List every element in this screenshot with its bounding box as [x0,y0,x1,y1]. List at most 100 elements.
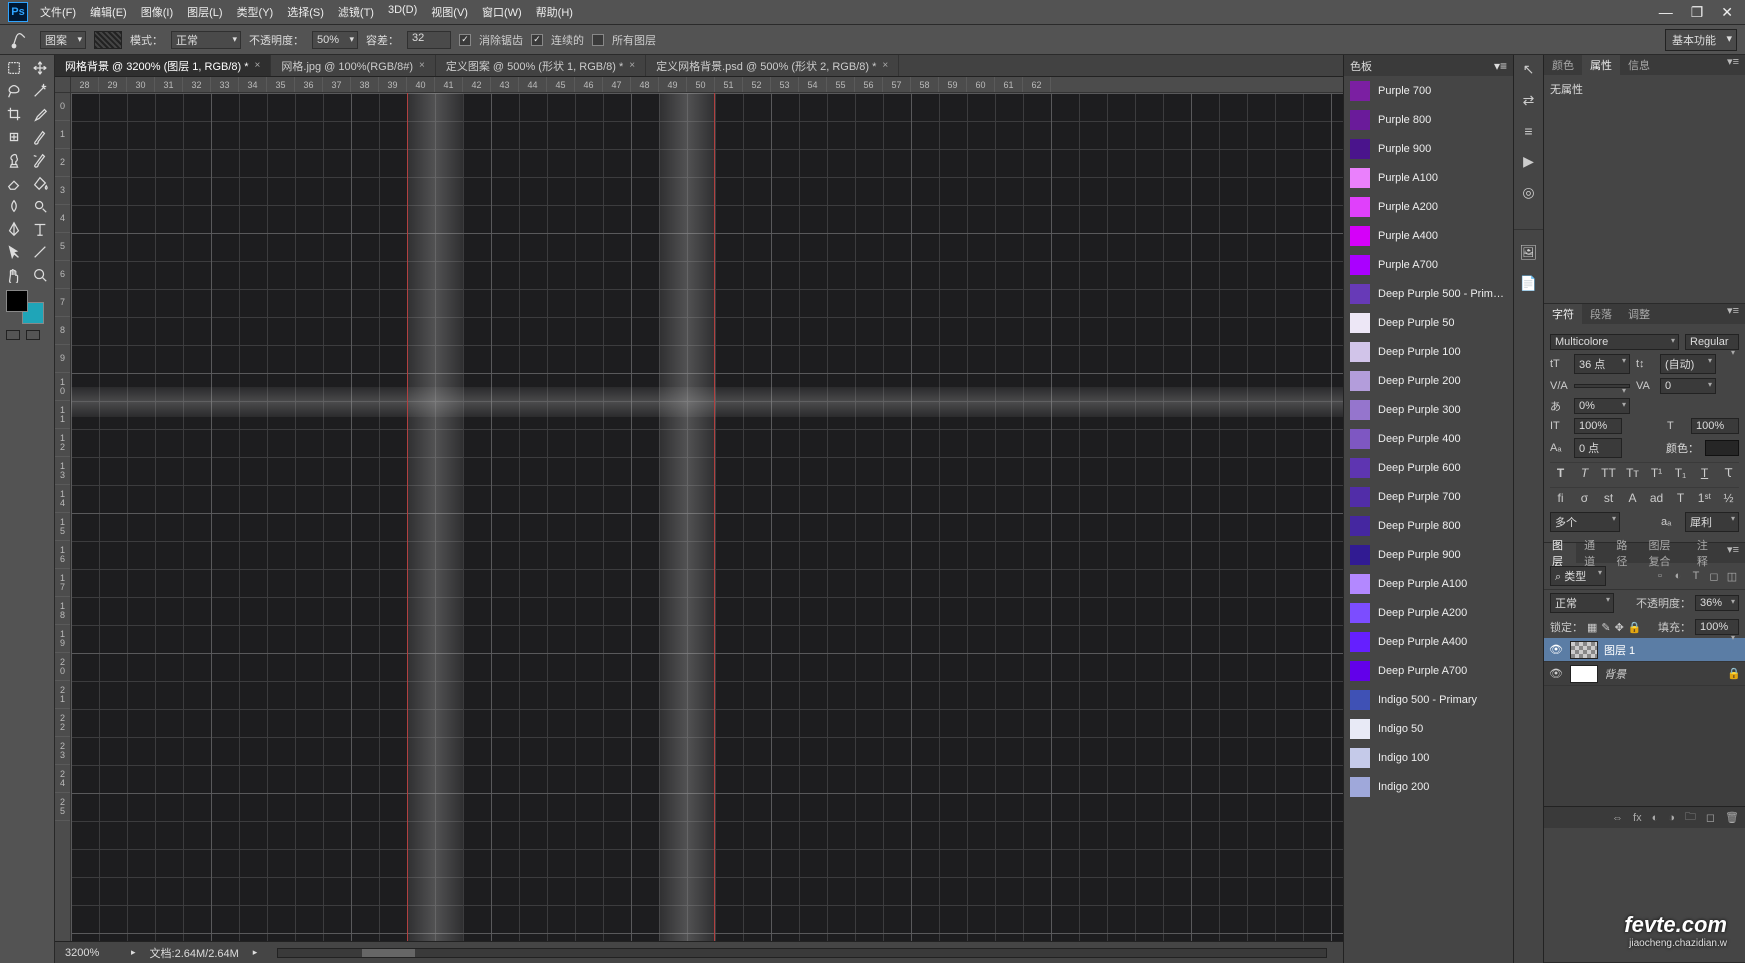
magic-wand-tool[interactable] [28,80,53,102]
eraser-tool[interactable] [2,172,27,194]
menu-item[interactable]: 选择(S) [287,4,324,20]
swatch-item[interactable]: Deep Purple 200 [1344,366,1513,395]
allcaps-button[interactable]: TT [1598,466,1619,480]
healing-tool[interactable] [2,126,27,148]
strikethrough-button[interactable]: Ꚍ [1718,466,1739,480]
menu-item[interactable]: 类型(Y) [237,4,274,20]
tab-close-icon[interactable]: × [255,60,261,71]
swatch-item[interactable]: Indigo 100 [1344,743,1513,772]
new-layer-icon[interactable]: ◻ [1706,811,1715,824]
1st-button[interactable]: 1ˢᵗ [1694,491,1715,505]
swatch-item[interactable]: Purple 700 [1344,76,1513,105]
swatch-item[interactable]: Deep Purple 400 [1344,424,1513,453]
history-icon[interactable]: ↖ [1523,61,1535,78]
line-tool[interactable] [28,241,53,263]
zoom-chevron-icon[interactable]: ▸ [131,947,136,958]
layer-fill-input[interactable]: 100% [1695,619,1739,635]
tolerance-input[interactable]: 32 [407,31,451,49]
menu-item[interactable]: 编辑(E) [90,4,127,20]
contiguous-checkbox[interactable]: ✓ [531,34,543,46]
layer-thumbnail[interactable] [1570,665,1598,683]
menu-item[interactable]: 3D(D) [388,4,417,20]
swatch-item[interactable]: Deep Purple A200 [1344,598,1513,627]
baseline-shift-input[interactable]: 0 点 [1574,438,1622,458]
swatch-item[interactable]: Deep Purple A700 [1344,656,1513,685]
menu-item[interactable]: 帮助(H) [536,4,573,20]
text-color-swatch[interactable] [1705,440,1739,456]
hand-tool[interactable] [2,264,27,286]
canvas[interactable] [71,93,1343,941]
layers-list[interactable]: 👁图层 1👁背景🔒 [1544,638,1745,686]
antialias-select[interactable]: 犀利 [1685,512,1739,532]
doc-size-chevron-icon[interactable]: ▸ [253,947,258,958]
fill-source-select[interactable]: 图案 [40,31,86,49]
menu-item[interactable]: 视图(V) [431,4,468,20]
swatch-item[interactable]: Deep Purple 100 [1344,337,1513,366]
marquee-tool[interactable] [2,57,27,79]
move-tool[interactable] [28,57,53,79]
swatch-item[interactable]: Purple 900 [1344,134,1513,163]
all-layers-checkbox[interactable] [592,34,604,46]
adjustment-layer-icon[interactable]: ◑ [1668,812,1675,824]
swatch-item[interactable]: Deep Purple A400 [1344,627,1513,656]
layer-opacity-input[interactable]: 36% [1695,595,1739,611]
font-size-input[interactable]: 36 点 [1574,354,1630,374]
document-tab[interactable]: 网格.jpg @ 100%(RGB/8#)× [271,55,435,76]
bold-button[interactable]: T [1550,466,1571,480]
play-icon[interactable]: ▶ [1523,153,1534,170]
blur-tool[interactable] [2,195,27,217]
kerning-input[interactable] [1574,384,1630,388]
visibility-icon[interactable]: 👁 [1548,667,1564,680]
actions-icon[interactable]: ⇄ [1523,92,1535,109]
horizontal-ruler[interactable]: 2829303132333435363738394041424344454647… [71,77,1343,93]
crop-tool[interactable] [2,103,27,125]
fg-bg-colors[interactable] [6,290,44,324]
panel-menu-icon[interactable]: ▾≡ [1494,59,1507,73]
history-brush-tool[interactable] [28,149,53,171]
notes-icon[interactable]: 📄 [1520,275,1537,292]
foreground-swatch[interactable] [6,290,28,312]
panel-tab[interactable]: 调整 [1620,304,1658,324]
workspace-preset-select[interactable]: 基本功能 [1665,29,1737,51]
font-family-select[interactable]: Multicolore [1550,334,1679,350]
superscript-button[interactable]: T¹ [1646,466,1667,480]
panel-menu-icon[interactable]: ▾≡ [1721,543,1745,563]
aalt-button[interactable]: A [1622,491,1643,505]
library-icon[interactable]: 🖼 [1520,244,1538,261]
fi-button[interactable]: fi [1550,491,1571,505]
swatch-item[interactable]: Deep Purple 600 [1344,453,1513,482]
tsume-input[interactable]: 0% [1574,398,1630,414]
tab-close-icon[interactable]: × [419,60,425,71]
visibility-icon[interactable]: 👁 [1548,643,1564,656]
lock-pixels-icon[interactable]: ▦ [1587,621,1597,634]
panel-tab[interactable]: 信息 [1620,55,1658,75]
swatch-item[interactable]: Deep Purple 500 - Primary [1344,279,1513,308]
swatch-item[interactable]: Deep Purple 50 [1344,308,1513,337]
eyedropper-tool[interactable] [28,103,53,125]
panel-menu-icon[interactable]: ▾≡ [1721,304,1745,324]
quick-mask-icon[interactable] [6,330,20,340]
filter-type-icon[interactable]: T [1689,570,1703,583]
swatch-item[interactable]: Purple A400 [1344,221,1513,250]
tab-close-icon[interactable]: × [629,60,635,71]
vscale-input[interactable]: 100% [1574,418,1622,434]
panel-tab[interactable]: 颜色 [1544,55,1582,75]
lasso-tool[interactable] [2,80,27,102]
panel-tab[interactable]: 注释 [1689,543,1721,563]
opacity-input[interactable]: 50% [312,31,358,49]
underline-button[interactable]: T [1694,466,1715,480]
leading-input[interactable]: (自动) [1660,354,1716,374]
vertical-ruler[interactable]: 0123456789101112131415161718192021222324… [55,93,71,941]
paragraph-styles-icon[interactable]: ≡ [1524,123,1532,139]
dodge-tool[interactable] [28,195,53,217]
language-select[interactable]: 多个 [1550,512,1620,532]
brush-tool[interactable] [28,126,53,148]
swatch-item[interactable]: Indigo 50 [1344,714,1513,743]
link-layers-icon[interactable]: ⇔ [1612,812,1623,824]
tab-close-icon[interactable]: × [882,60,888,71]
hscale-input[interactable]: 100% [1691,418,1739,434]
sigma-button[interactable]: σ [1574,491,1595,505]
zoom-tool[interactable] [28,264,53,286]
panel-tab[interactable]: 路径 [1608,543,1640,563]
menu-item[interactable]: 图像(I) [141,4,173,20]
